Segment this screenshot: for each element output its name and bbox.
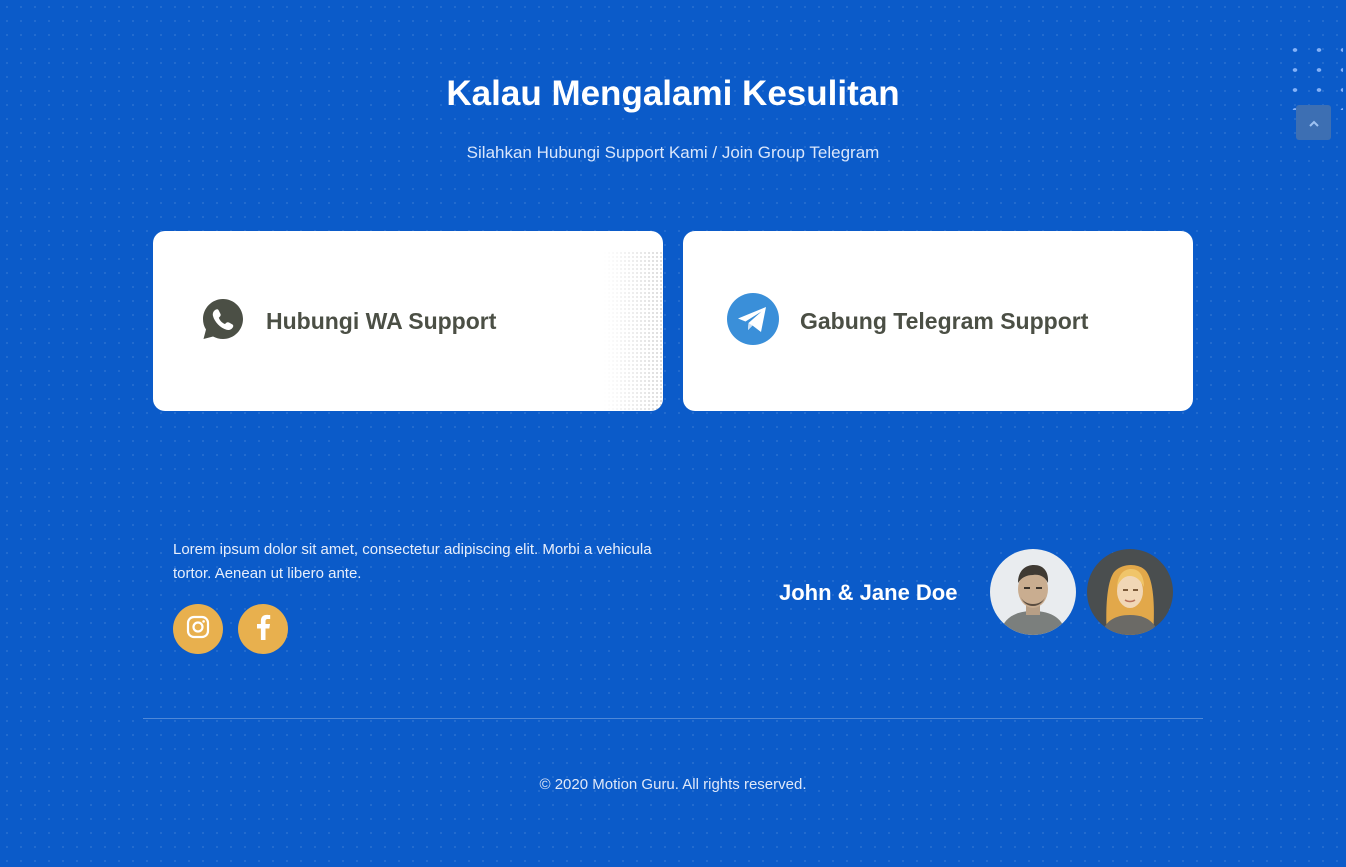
instagram-button[interactable]	[173, 604, 223, 654]
whatsapp-icon	[201, 297, 245, 346]
chevron-up-icon	[1308, 114, 1319, 132]
wa-support-card[interactable]: Hubungi WA Support	[153, 231, 663, 411]
wa-support-label: Hubungi WA Support	[266, 307, 497, 334]
instagram-icon	[186, 615, 210, 644]
telegram-support-card[interactable]: Gabung Telegram Support	[683, 231, 1193, 411]
section-subtitle: Silahkan Hubungi Support Kami / Join Gro…	[466, 143, 880, 162]
footer-description: Lorem ipsum dolor sit amet, consectetur …	[173, 541, 652, 582]
avatar-jane	[1087, 549, 1173, 635]
copyright-text: © 2020 Motion Guru. All rights reserved.	[539, 776, 807, 793]
telegram-support-label: Gabung Telegram Support	[800, 307, 1089, 334]
section-title: Kalau Mengalami Kesulitan	[446, 74, 900, 113]
couple-name: John & Jane Doe	[779, 580, 958, 605]
telegram-icon	[726, 292, 780, 351]
facebook-button[interactable]	[238, 604, 288, 654]
footer-divider	[143, 718, 1203, 719]
facebook-icon	[255, 614, 271, 645]
avatar-john	[990, 549, 1076, 635]
